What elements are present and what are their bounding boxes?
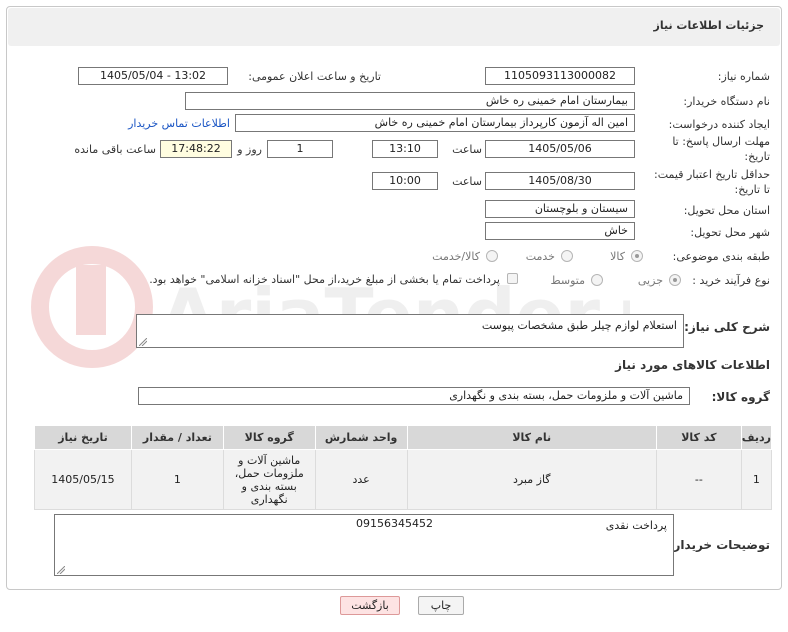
payment-note: پرداخت تمام یا بخشی از مبلغ خرید،از محل … [149, 273, 500, 286]
buyer-notes-text: پرداخت نقدی [605, 519, 667, 532]
col-unit: واحد شمارش [314, 425, 408, 450]
cell-row: 1 [740, 449, 773, 510]
print-button[interactable]: چاپ [418, 596, 464, 615]
col-code: کد کالا [655, 425, 742, 450]
cell-need-date: 1405/05/15 [34, 449, 132, 510]
category-label: طبقه بندی موضوعی: [672, 250, 770, 263]
announce-field: 1405/05/04 - 13:02 [78, 67, 228, 85]
col-group: گروه کالا [222, 425, 316, 450]
category-radio-both[interactable] [486, 250, 498, 262]
buyer-notes-label: توضیحات خریدار: [668, 538, 770, 552]
city-field: خاش [485, 222, 635, 240]
price-validity-label-2: تا تاریخ: [734, 183, 770, 196]
price-time-label: ساعت [452, 175, 482, 188]
buyer-contact-link[interactable]: اطلاعات تماس خریدار [128, 117, 230, 130]
resize-grip-icon[interactable] [57, 566, 65, 574]
reply-deadline-label-2: تاریخ: [744, 150, 770, 163]
need-number-label: شماره نیاز: [717, 70, 770, 83]
reply-deadline-label: مهلت ارسال پاسخ: تا [672, 135, 770, 148]
category-option-goods: کالا [610, 250, 625, 263]
cell-group: ماشین آلات و ملزومات حمل، بسته بندی و نگ… [222, 449, 316, 510]
category-radio-goods[interactable] [631, 250, 643, 262]
cell-code: -- [655, 449, 742, 510]
purchase-radio-medium[interactable] [591, 274, 603, 286]
col-name: نام کالا [406, 425, 657, 450]
need-number-field: 1105093113000082 [485, 67, 635, 85]
category-option-both: کالا/خدمت [432, 250, 480, 263]
reply-date-field: 1405/05/06 [485, 140, 635, 158]
province-field: سیستان و بلوچستان [485, 200, 635, 218]
category-option-service: خدمت [525, 250, 555, 263]
reply-time-label: ساعت [452, 143, 482, 156]
remaining-time-field: 17:48:22 [160, 140, 232, 158]
buyer-phone: 09156345452 [356, 517, 433, 530]
purchase-type-label: نوع فرآیند خرید : [692, 274, 770, 287]
days-label: روز و [237, 143, 262, 156]
cell-name: گاز مبرد [406, 449, 657, 510]
province-label: استان محل تحویل: [683, 204, 770, 217]
col-quantity: تعداد / مقدار [130, 425, 224, 450]
purchase-radio-minor[interactable] [669, 274, 681, 286]
col-row: ردیف [740, 425, 773, 450]
goods-table: ردیف کد کالا نام کالا واحد شمارش گروه کا… [34, 425, 773, 510]
panel-header: جزئیات اطلاعات نیاز [8, 8, 780, 46]
buyer-notes-textarea: پرداخت نقدی 09156345452 [54, 514, 674, 576]
goods-group-label: گروه کالا: [711, 390, 770, 404]
buyer-org-field: بیمارستان امام خمینی ره خاش [185, 92, 635, 110]
description-label: شرح کلی نیاز: [684, 320, 770, 334]
goods-section-title: اطلاعات کالاهای مورد نیاز [615, 358, 770, 372]
resize-grip-icon[interactable] [139, 338, 147, 346]
city-label: شهر محل تحویل: [690, 226, 770, 239]
reply-time-field: 13:10 [372, 140, 438, 158]
description-textarea: استعلام لوازم چیلر طبق مشخصات پیوست [136, 314, 684, 348]
remaining-label: ساعت باقی مانده [74, 143, 156, 156]
purchase-option-minor: جزیی [637, 274, 663, 287]
table-row: 1 -- گاز مبرد عدد ماشین آلات و ملزومات ح… [34, 449, 773, 510]
table-header-row: ردیف کد کالا نام کالا واحد شمارش گروه کا… [34, 425, 773, 450]
cell-unit: عدد [314, 449, 408, 510]
cell-quantity: 1 [130, 449, 224, 510]
price-validity-label: حداقل تاریخ اعتبار قیمت: [654, 168, 770, 181]
category-radio-service[interactable] [561, 250, 573, 262]
page-title: جزئیات اطلاعات نیاز [653, 19, 765, 32]
requester-field: امین اله آزمون کارپرداز بیمارستان امام خ… [235, 114, 635, 132]
announce-label: تاریخ و ساعت اعلان عمومی: [248, 70, 381, 83]
buyer-org-label: نام دستگاه خریدار: [683, 95, 770, 108]
requester-label: ایجاد کننده درخواست: [668, 118, 770, 131]
price-date-field: 1405/08/30 [485, 172, 635, 190]
back-button[interactable]: بازگشت [340, 596, 400, 615]
goods-group-field: ماشین آلات و ملزومات حمل، بسته بندی و نگ… [138, 387, 690, 405]
treasury-checkbox[interactable] [507, 273, 518, 284]
purchase-option-medium: متوسط [550, 274, 585, 287]
col-need-date: تاریخ نیاز [34, 425, 132, 450]
price-time-field: 10:00 [372, 172, 438, 190]
days-field: 1 [267, 140, 333, 158]
description-text: استعلام لوازم چیلر طبق مشخصات پیوست [481, 319, 677, 332]
